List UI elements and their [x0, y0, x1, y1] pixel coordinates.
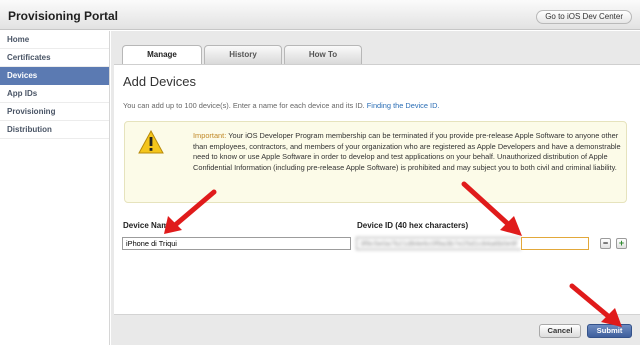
warning-label: Important:	[193, 131, 227, 140]
sidebar-item-app-ids[interactable]: App IDs	[0, 85, 109, 103]
device-id-input[interactable]	[521, 237, 589, 250]
sidebar-item-provisioning[interactable]: Provisioning	[0, 103, 109, 121]
cancel-button[interactable]: Cancel	[539, 324, 581, 338]
sidebar-item-devices[interactable]: Devices	[0, 67, 109, 85]
warning-box: Important: Your iOS Developer Program me…	[124, 121, 627, 203]
sidebar: Home Certificates Devices App IDs Provis…	[0, 31, 110, 345]
warning-text: Important: Your iOS Developer Program me…	[193, 131, 621, 173]
sidebar-item-home[interactable]: Home	[0, 31, 109, 49]
top-bar: Provisioning Portal Go to iOS Dev Center	[0, 0, 640, 30]
device-name-column-header: Device Name	[123, 221, 173, 230]
tab-manage[interactable]: Manage	[122, 45, 202, 65]
tab-how-to[interactable]: How To	[284, 45, 362, 64]
device-id-input-blurred-part[interactable]	[356, 237, 521, 250]
main-panel: Add Devices You can add up to 100 device…	[114, 64, 640, 314]
device-id-column-header: Device ID (40 hex characters)	[357, 221, 469, 230]
portal-title: Provisioning Portal	[8, 9, 119, 23]
sidebar-item-certificates[interactable]: Certificates	[0, 49, 109, 67]
go-to-dev-center-button[interactable]: Go to iOS Dev Center	[536, 10, 632, 24]
submit-button[interactable]: Submit	[587, 324, 632, 338]
intro-text: You can add up to 100 device(s). Enter a…	[123, 101, 440, 110]
warning-body: Your iOS Developer Program membership ca…	[193, 131, 621, 172]
warning-icon	[138, 130, 164, 154]
device-name-input[interactable]	[122, 237, 351, 250]
remove-row-button[interactable]: −	[600, 238, 611, 249]
add-row-button[interactable]: +	[616, 238, 627, 249]
tab-history[interactable]: History	[204, 45, 282, 64]
intro-description: You can add up to 100 device(s). Enter a…	[123, 101, 365, 110]
sidebar-item-distribution[interactable]: Distribution	[0, 121, 109, 139]
page-title: Add Devices	[123, 74, 196, 89]
finding-device-id-link[interactable]: Finding the Device ID.	[367, 101, 440, 110]
